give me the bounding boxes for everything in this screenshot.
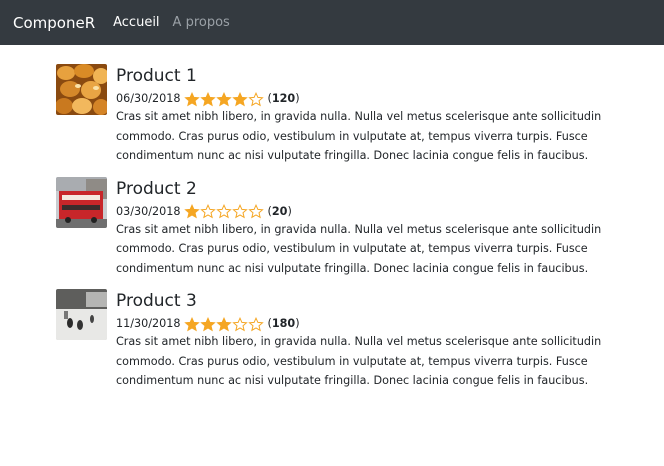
star-filled-icon (216, 91, 233, 107)
product-item: Product 2 03/30/2018 (20) Cras sit amet … (56, 176, 616, 279)
star-filled-icon (232, 91, 249, 107)
product-meta: 11/30/2018 (180) (116, 316, 616, 332)
star-filled-icon (200, 91, 217, 107)
star-empty-icon (232, 316, 249, 332)
star-empty-icon (200, 204, 217, 219)
product-date: 06/30/2018 (116, 92, 181, 105)
product-description: Cras sit amet nibh libero, in gravida nu… (116, 222, 602, 275)
product-title[interactable]: Product 2 (116, 178, 616, 200)
product-item: Product 1 06/30/2018 (120) Cras sit amet… (56, 63, 616, 166)
rating-stars (184, 204, 265, 219)
star-empty-icon (216, 204, 233, 219)
product-title[interactable]: Product 1 (116, 65, 616, 87)
product-date: 03/30/2018 (116, 204, 181, 218)
nuts-photo-icon (56, 64, 107, 115)
product-thumbnail[interactable] (56, 64, 107, 115)
product-meta: 03/30/2018 (20) (116, 204, 616, 220)
star-filled-icon (184, 204, 201, 219)
product-meta: 06/30/2018 (120) (116, 91, 616, 107)
product-body: Product 3 11/30/2018 (180) Cras sit amet… (116, 288, 616, 391)
star-filled-icon (184, 91, 201, 107)
product-body: Product 2 03/30/2018 (20) Cras sit amet … (116, 176, 616, 279)
rating-count-value: 180 (271, 317, 296, 330)
star-filled-icon (216, 316, 233, 332)
rating-count: (180) (267, 317, 300, 330)
nav-link-a-propos[interactable]: A propos (173, 15, 230, 30)
product-description: Cras sit amet nibh libero, in gravida nu… (116, 335, 602, 387)
rating-count: (120) (267, 92, 300, 105)
product-thumbnail[interactable] (56, 289, 107, 340)
star-empty-icon (248, 316, 265, 332)
nav-link-accueil[interactable]: Accueil (113, 15, 159, 30)
rating-count: (20) (267, 204, 292, 218)
product-list: Product 1 06/30/2018 (120) Cras sit amet… (56, 63, 616, 391)
rating-count-value: 120 (271, 92, 296, 105)
star-empty-icon (248, 204, 265, 219)
product-item: Product 3 11/30/2018 (180) Cras sit amet… (56, 288, 616, 391)
product-title[interactable]: Product 3 (116, 290, 616, 312)
product-body: Product 1 06/30/2018 (120) Cras sit amet… (116, 63, 616, 166)
star-filled-icon (184, 316, 201, 332)
product-description: Cras sit amet nibh libero, in gravida nu… (116, 110, 602, 162)
red-bus-photo-icon (56, 176, 107, 228)
rating-count-value: 20 (271, 204, 288, 218)
product-thumbnail[interactable] (56, 176, 107, 228)
rating-stars (184, 316, 265, 332)
brand-link[interactable]: ComponeR (13, 14, 95, 32)
navbar: ComponeR Accueil A propos (0, 0, 664, 45)
product-date: 11/30/2018 (116, 317, 181, 330)
rating-stars (184, 91, 265, 107)
street-photo-icon (56, 289, 107, 340)
star-filled-icon (200, 316, 217, 332)
star-empty-icon (232, 204, 249, 219)
star-empty-icon (248, 91, 265, 107)
